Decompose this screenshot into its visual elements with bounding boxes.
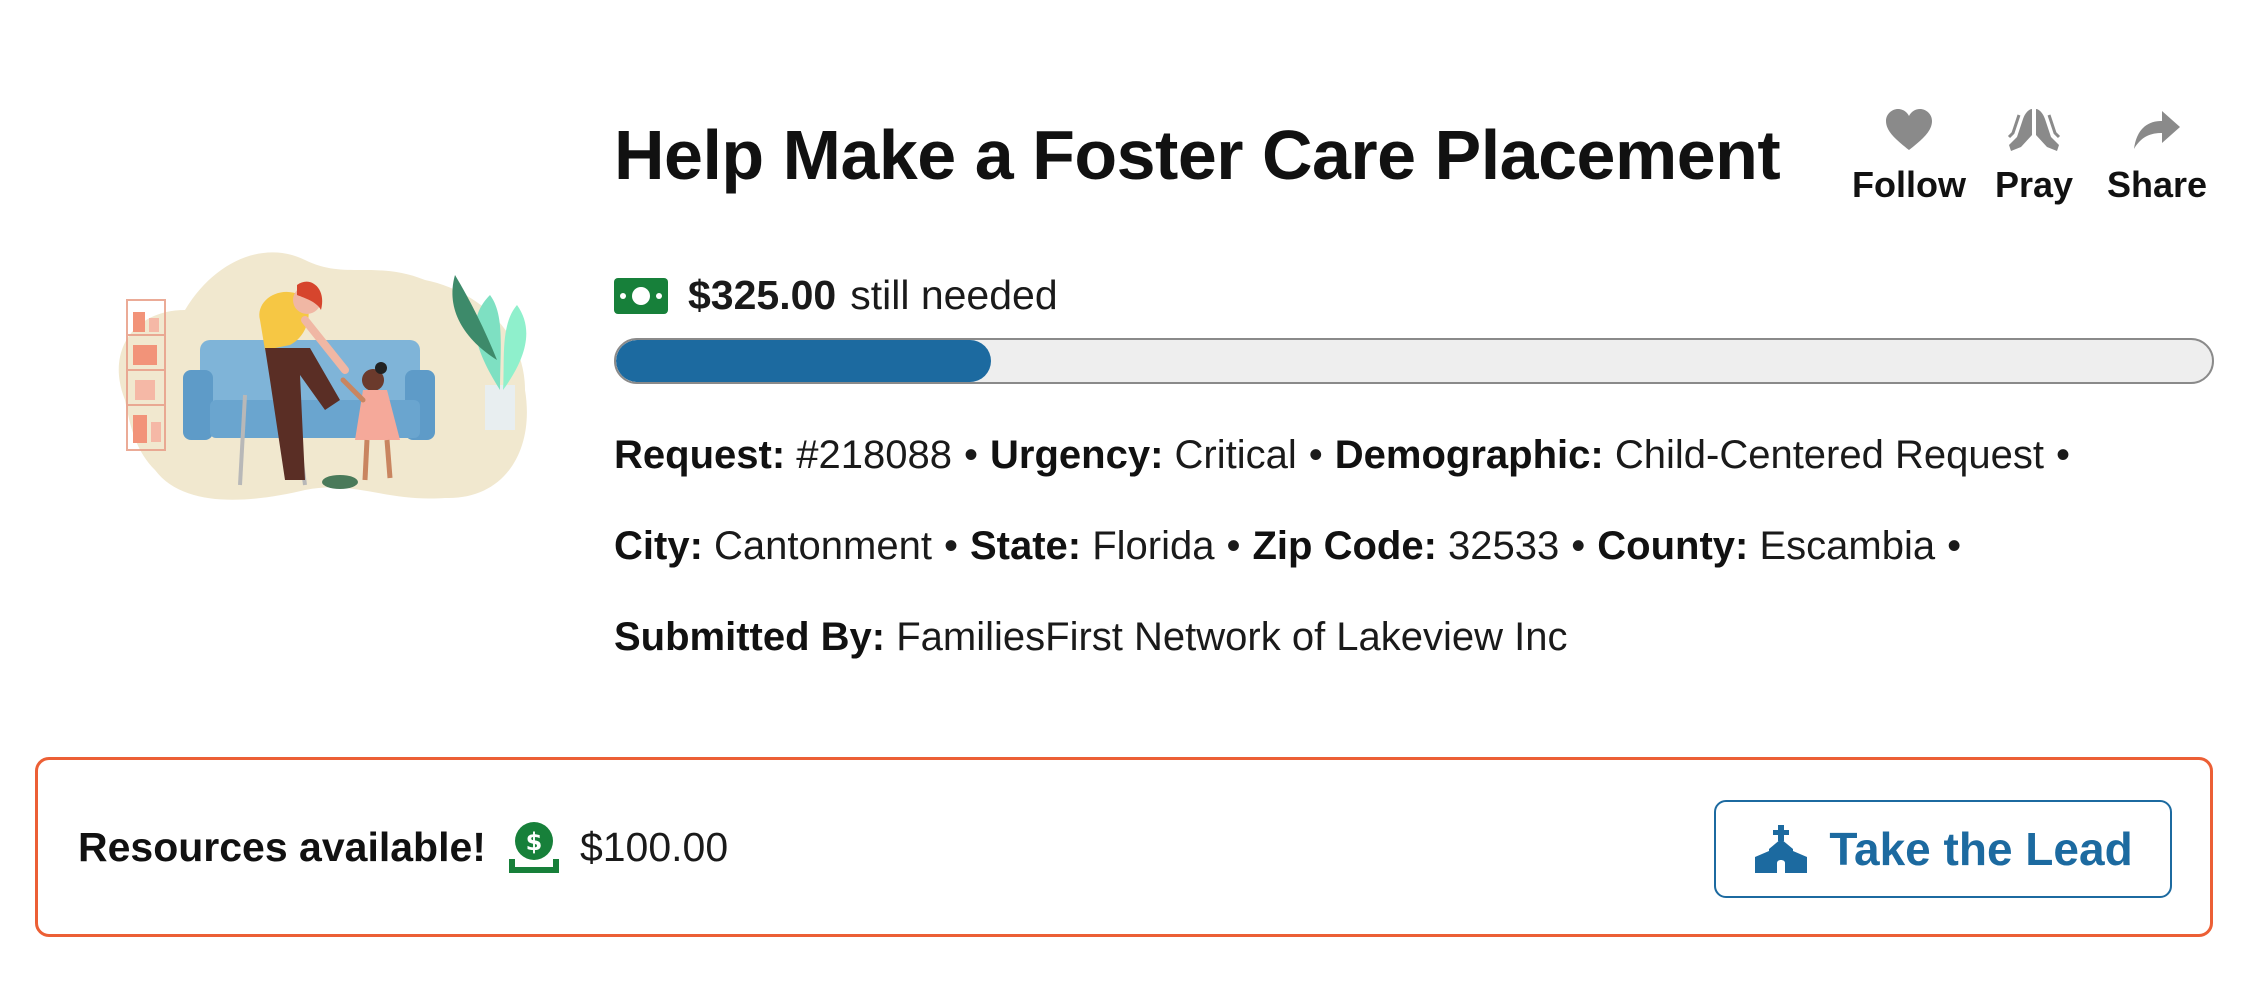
county-label: County: xyxy=(1597,524,1749,568)
amount-needed-value: $325.00 xyxy=(688,272,837,318)
page-title: Help Make a Foster Care Placement xyxy=(614,116,1781,194)
money-bill-icon xyxy=(614,277,668,314)
resources-label: Resources available! xyxy=(78,823,486,870)
zip-value: 32533 xyxy=(1448,524,1560,568)
state-label: State: xyxy=(969,524,1082,568)
amount-needed: $325.00 still needed xyxy=(614,272,1058,319)
resources-amount: $100.00 xyxy=(579,823,729,870)
separator: • xyxy=(2055,433,2070,477)
heart-icon xyxy=(1844,100,1974,160)
separator: • xyxy=(1226,524,1241,568)
separator: • xyxy=(943,524,958,568)
county-value: Escambia xyxy=(1759,524,1936,568)
separator: • xyxy=(1308,433,1323,477)
share-label: Share xyxy=(2106,164,2208,205)
separator: • xyxy=(964,433,979,477)
pray-button[interactable]: Pray xyxy=(1984,100,2084,206)
demographic-label: Demographic: xyxy=(1334,433,1604,477)
request-meta-line-1: Request: #218088 • Urgency: Critical • Demog… xyxy=(614,433,2082,478)
request-meta-line-2: City: Cantonment • State: Florida • Zip Code… xyxy=(614,524,1973,569)
svg-text:$: $ xyxy=(526,828,543,856)
submitted-by-label: Submitted By: xyxy=(614,615,886,659)
amount-needed-suffix: still needed xyxy=(850,272,1058,318)
request-number: #218088 xyxy=(796,433,952,477)
submitted-by-value: FamiliesFirst Network of Lakeview Inc xyxy=(896,615,1568,659)
zip-label: Zip Code: xyxy=(1252,524,1437,568)
money-hand-icon: $ xyxy=(506,819,562,875)
share-arrow-icon xyxy=(2097,100,2217,160)
city-value: Cantonment xyxy=(714,524,932,568)
demographic-value: Child-Centered Request xyxy=(1614,433,2044,477)
pray-label: Pray xyxy=(1994,164,2074,205)
share-button[interactable]: Share xyxy=(2097,100,2217,206)
funding-progress-bar xyxy=(614,338,2214,384)
church-icon xyxy=(1753,825,1809,873)
request-label: Request: xyxy=(614,433,786,477)
praying-hands-icon xyxy=(1984,100,2084,160)
funding-progress-fill xyxy=(616,340,992,382)
foster-care-illustration xyxy=(105,240,535,510)
resources-available-panel: Resources available! $ $100.00 Take the … xyxy=(35,757,2213,937)
follow-label: Follow xyxy=(1852,164,1966,205)
request-actions: Follow Pray Share xyxy=(1844,100,2219,220)
city-label: City: xyxy=(614,524,703,568)
take-the-lead-label: Take the Lead xyxy=(1829,823,2133,875)
urgency-label: Urgency: xyxy=(990,433,1164,477)
separator: • xyxy=(1947,524,1962,568)
resources-info: Resources available! $ $100.00 xyxy=(78,760,728,934)
follow-button[interactable]: Follow xyxy=(1844,100,1974,206)
separator: • xyxy=(1571,524,1586,568)
request-meta-line-3: Submitted By: FamiliesFirst Network of L… xyxy=(614,615,1568,660)
take-the-lead-button[interactable]: Take the Lead xyxy=(1714,800,2172,898)
urgency-value: Critical xyxy=(1174,433,1297,477)
state-value: Florida xyxy=(1092,524,1215,568)
